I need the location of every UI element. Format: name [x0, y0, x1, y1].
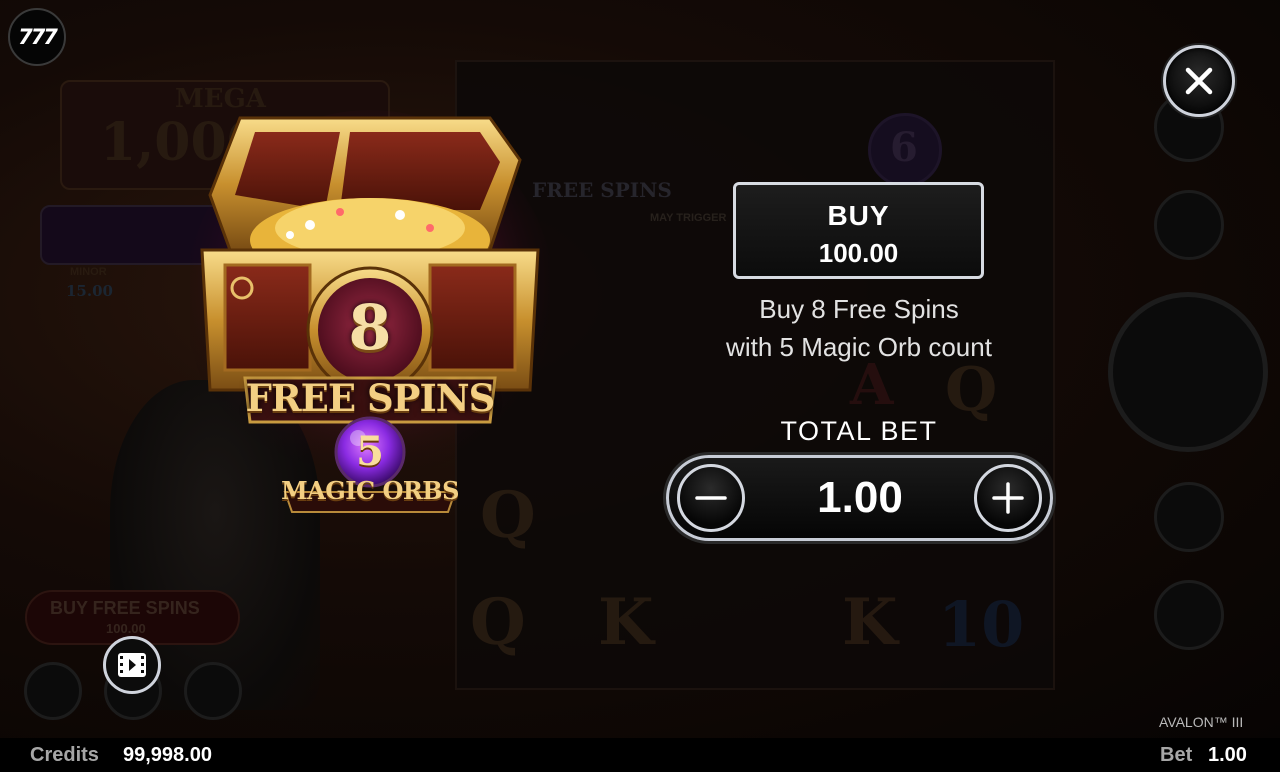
close-icon: [1185, 67, 1213, 95]
bg-sound-button: [24, 662, 82, 720]
bg-autoplay-button: [1154, 190, 1224, 260]
magic-orbs-count: 5: [356, 428, 384, 475]
buy-button-label: BUY: [827, 200, 890, 231]
buy-description-line2: with 5 Magic Orb count: [726, 332, 992, 362]
game-logo: 777: [8, 8, 66, 66]
credits-value: 99,998.00: [123, 744, 212, 766]
magic-orbs-label: MAGIC ORBS: [281, 476, 459, 505]
bg-spin-button: [1108, 292, 1268, 452]
total-bet-value: 1.00: [817, 473, 903, 522]
buy-description: Buy 8 Free Spins with 5 Magic Orb count: [700, 290, 1018, 366]
bg-jackpot-minor-value: 15.00: [66, 282, 113, 300]
total-bet-control: 1.00: [666, 455, 1053, 541]
bg-may-trigger-text: MAY TRIGGER: [650, 212, 727, 224]
buy-description-line1: Buy 8 Free Spins: [759, 294, 959, 324]
bg-orb-number: 6: [890, 124, 918, 171]
bg-jackpot-minor-label: MINOR: [70, 266, 107, 278]
bg-reel-symbol-k2: K: [842, 585, 898, 660]
close-button[interactable]: [1163, 45, 1235, 117]
credits-label: Credits: [30, 744, 99, 766]
bg-buy-free-spins-label: BUY FREE SPINS: [50, 598, 200, 618]
decrease-bet-button[interactable]: [677, 464, 745, 532]
video-icon: [118, 653, 146, 677]
bg-reel-symbol-10: 10: [938, 588, 1025, 661]
bg-coins-button: [1154, 482, 1224, 552]
minus-icon: [695, 496, 727, 500]
bg-buy-free-spins-price: 100.00: [106, 621, 146, 636]
bg-reel-free-spins-banner: FREE SPINS: [532, 178, 672, 202]
buy-button[interactable]: BUY 100.00: [733, 182, 984, 279]
free-spins-count: 8: [348, 291, 392, 364]
increase-bet-button[interactable]: [974, 464, 1042, 532]
bg-menu-button: [1154, 580, 1224, 650]
buy-button-price: 100.00: [818, 238, 899, 268]
bg-reel-symbol-q2: Q: [470, 585, 526, 660]
video-button[interactable]: [103, 636, 161, 694]
total-bet-label: TOTAL BET: [780, 416, 938, 446]
bg-trophy-button: [184, 662, 242, 720]
plus-icon: [992, 482, 1024, 514]
bg-reel-symbol-k1: K: [598, 585, 654, 660]
bet-label: Bet: [1160, 744, 1193, 766]
free-spins-label: FREE SPINS: [245, 376, 496, 420]
bet-value: 1.00: [1208, 744, 1247, 766]
game-title: AVALON™ III: [1159, 714, 1244, 730]
